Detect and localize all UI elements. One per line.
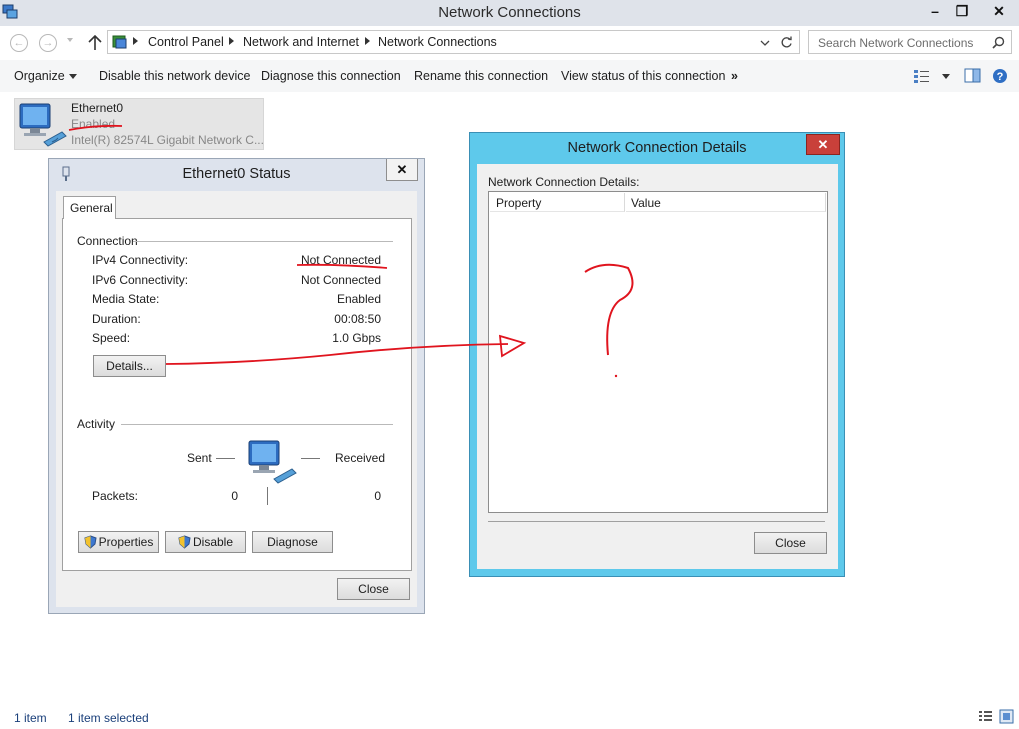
- enabled-underline-annotation: [68, 124, 123, 131]
- tab-general[interactable]: General: [63, 196, 116, 219]
- arrow-head-annotation: [498, 334, 527, 358]
- large-icons-view-icon[interactable]: [999, 709, 1014, 724]
- status-selected-count: 1 item selected: [68, 711, 149, 725]
- status-item-count: 1 item: [14, 711, 47, 725]
- arrow-annotation: [165, 343, 509, 365]
- not-connected-underline-annotation: [296, 263, 388, 269]
- question-mark-annotation: [584, 263, 634, 356]
- annotation-layer: [68, 124, 634, 378]
- details-view-icon[interactable]: [978, 710, 993, 723]
- question-dot-annotation: [614, 374, 618, 378]
